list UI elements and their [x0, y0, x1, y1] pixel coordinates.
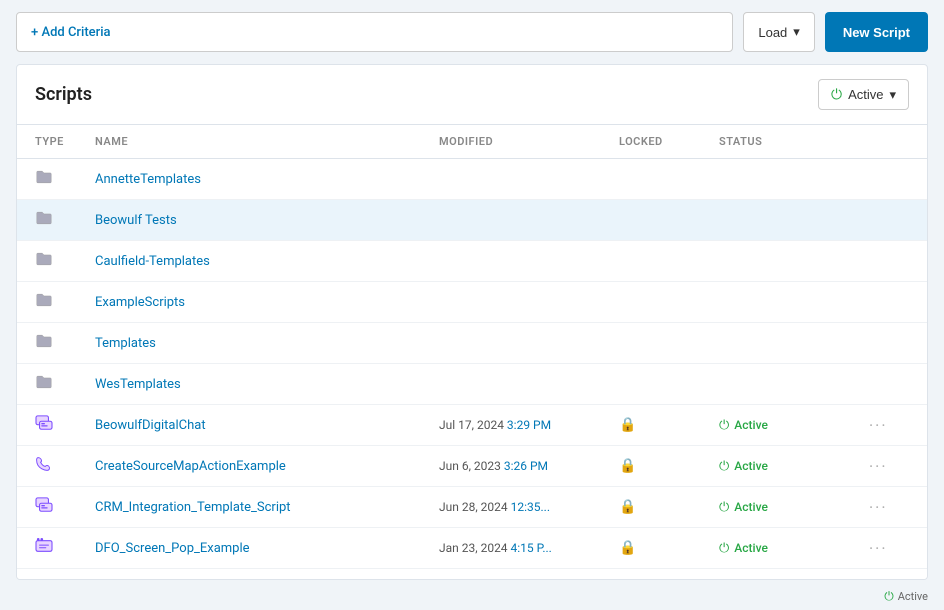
load-button[interactable]: Load ▾: [743, 12, 814, 52]
table-row[interactable]: WesTemplates: [17, 364, 927, 405]
folder-icon: [35, 210, 95, 230]
status-label: Active: [734, 541, 768, 555]
table-row[interactable]: Caulfield-Templates: [17, 241, 927, 282]
panel-header: Scripts ⏻ Active ▾: [17, 65, 927, 125]
folder-name[interactable]: Beowulf Tests: [95, 213, 439, 228]
lock-cell: 🔒: [619, 499, 719, 515]
col-type: TYPE: [35, 135, 95, 148]
script-type-icon: [35, 497, 95, 517]
bottom-power-icon: ⏻: [884, 589, 894, 604]
script-modified: Jan 23, 2024 4:15 P...: [439, 541, 619, 555]
script-name[interactable]: CreateSourceMapActionExample: [95, 459, 439, 474]
status-badge: ⏻ Active: [719, 459, 869, 474]
status-label: Active: [734, 418, 768, 432]
bottom-status: ⏻ Active: [884, 589, 928, 604]
status-filter-button[interactable]: ⏻ Active ▾: [818, 79, 909, 110]
table-row[interactable]: CRM_Integration_Template_Script Jun 28, …: [17, 487, 927, 528]
folder-icon: [35, 374, 95, 394]
col-name: NAME: [95, 135, 439, 148]
more-options-button[interactable]: ···: [869, 457, 909, 476]
folder-icon: [35, 251, 95, 271]
table-row[interactable]: AnnetteTemplates: [17, 159, 927, 200]
script-type-icon: [35, 415, 95, 435]
table-row[interactable]: DFO_Screen_Pop_Example Jan 23, 2024 4:15…: [17, 528, 927, 569]
script-type-icon: [35, 538, 95, 558]
power-icon: ⏻: [831, 86, 842, 103]
table-body: AnnetteTemplates Beowulf Tests Caulfield…: [17, 159, 927, 579]
status-filter-label: Active: [848, 87, 883, 102]
power-icon: ⏻: [719, 541, 729, 556]
more-options-button[interactable]: ···: [869, 539, 909, 558]
table-row[interactable]: BeowulfDigitalChat Jul 17, 2024 3:29 PM …: [17, 405, 927, 446]
status-badge: ⏻ Active: [719, 418, 869, 433]
new-script-label: New Script: [843, 25, 910, 40]
table-row[interactable]: digitalB_LiveChat Nov 7, 2022 3:04 PM 🔒 …: [17, 569, 927, 579]
new-script-button[interactable]: New Script: [825, 12, 928, 52]
load-label: Load: [758, 25, 787, 40]
folder-icon: [35, 292, 95, 312]
status-label: Active: [734, 500, 768, 514]
folder-name[interactable]: Templates: [95, 336, 439, 351]
folder-name[interactable]: Caulfield-Templates: [95, 254, 439, 269]
scripts-panel: Scripts ⏻ Active ▾ TYPE NAME MODIFIED LO…: [16, 64, 928, 580]
lock-icon: 🔒: [619, 499, 636, 515]
bottom-status-label: Active: [898, 590, 928, 603]
col-modified: MODIFIED: [439, 135, 619, 148]
bottom-bar: ⏻ Active: [0, 582, 944, 610]
lock-cell: 🔒: [619, 417, 719, 433]
script-name[interactable]: BeowulfDigitalChat: [95, 418, 439, 433]
col-locked: LOCKED: [619, 135, 719, 148]
criteria-placeholder: + Add Criteria: [31, 25, 111, 40]
script-name[interactable]: CRM_Integration_Template_Script: [95, 500, 439, 515]
chevron-down-icon: ▾: [889, 87, 896, 103]
panel-title: Scripts: [35, 84, 92, 105]
lock-cell: 🔒: [619, 540, 719, 556]
criteria-input[interactable]: + Add Criteria: [16, 12, 733, 52]
chevron-down-icon: ▾: [793, 24, 800, 40]
more-options-button[interactable]: ···: [869, 416, 909, 435]
lock-icon: 🔒: [619, 540, 636, 556]
script-modified: Jun 28, 2024 12:35...: [439, 500, 619, 514]
table-row[interactable]: Templates: [17, 323, 927, 364]
table-row[interactable]: CreateSourceMapActionExample Jun 6, 2023…: [17, 446, 927, 487]
power-icon: ⏻: [719, 418, 729, 433]
table-row[interactable]: Beowulf Tests: [17, 200, 927, 241]
table-header: TYPE NAME MODIFIED LOCKED STATUS: [17, 125, 927, 159]
script-name[interactable]: DFO_Screen_Pop_Example: [95, 541, 439, 556]
script-type-icon: [35, 456, 95, 476]
status-badge: ⏻ Active: [719, 500, 869, 515]
script-modified: Jul 17, 2024 3:29 PM: [439, 418, 619, 432]
folder-name[interactable]: ExampleScripts: [95, 295, 439, 310]
table-row[interactable]: ExampleScripts: [17, 282, 927, 323]
folder-name[interactable]: AnnetteTemplates: [95, 172, 439, 187]
lock-icon: 🔒: [619, 417, 636, 433]
more-options-button[interactable]: ···: [869, 498, 909, 517]
power-icon: ⏻: [719, 459, 729, 474]
lock-cell: 🔒: [619, 458, 719, 474]
lock-icon: 🔒: [619, 458, 636, 474]
power-icon: ⏻: [719, 500, 729, 515]
folder-icon: [35, 333, 95, 353]
folder-icon: [35, 169, 95, 189]
col-status: STATUS: [719, 135, 869, 148]
status-badge: ⏻ Active: [719, 541, 869, 556]
script-modified: Jun 6, 2023 3:26 PM: [439, 459, 619, 473]
status-label: Active: [734, 459, 768, 473]
folder-name[interactable]: WesTemplates: [95, 377, 439, 392]
top-bar: + Add Criteria Load ▾ New Script: [0, 0, 944, 64]
